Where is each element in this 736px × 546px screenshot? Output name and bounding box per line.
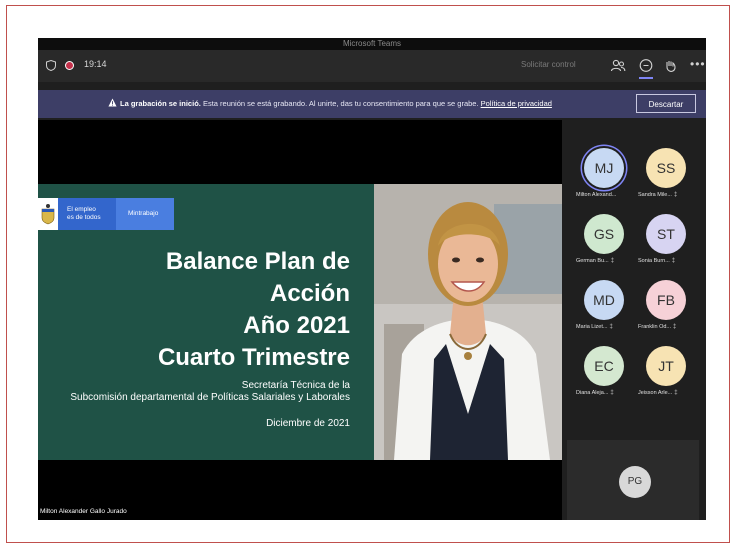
reactions-icon[interactable] xyxy=(663,58,679,74)
slide-title-line-4: Cuarto Trimestre xyxy=(157,344,350,371)
slide-title-line-3: Año 2021 xyxy=(243,312,350,339)
participant-name: Milton Alexand... xyxy=(576,192,636,198)
mic-muted-icon: ‡ xyxy=(674,390,678,396)
avatar: PG xyxy=(619,466,651,498)
participant-tile[interactable]: MJ Milton Alexand... xyxy=(576,148,632,208)
participant-name: Franklin Od... ‡ xyxy=(638,324,698,330)
participant-name: Sonia Burn... ‡ xyxy=(638,258,698,264)
participant-tile[interactable]: SS Sandra Mile... ‡ xyxy=(638,148,694,208)
participant-tile[interactable]: ST Sonia Burn... ‡ xyxy=(638,214,694,274)
chat-icon[interactable] xyxy=(638,58,654,74)
meeting-toolbar: 19:14 Solicitar control ••• xyxy=(38,50,706,82)
logo-slogan: El empleo es de todos xyxy=(58,198,116,230)
slide-subtitle: Secretaría Técnica de la Subcomisión dep… xyxy=(70,380,350,404)
participant-name-text: Sonia Burn... xyxy=(638,258,670,264)
logo-ministry: Mintrabajo xyxy=(116,198,174,230)
participant-tile[interactable]: GS German Bu... ‡ xyxy=(576,214,632,274)
avatar: MJ xyxy=(584,148,624,188)
participant-name: Jeisson Arle... ‡ xyxy=(638,390,698,396)
people-icon[interactable] xyxy=(610,58,626,74)
participant-name-text: Sandra Mile... xyxy=(638,192,672,198)
overflow-tile[interactable]: PG xyxy=(567,440,699,520)
participant-name-text: Jeisson Arle... xyxy=(638,390,673,396)
record-icon xyxy=(65,61,74,70)
logo-line-1: El empleo xyxy=(67,206,96,213)
mic-muted-icon: ‡ xyxy=(610,390,614,396)
slide-photo xyxy=(374,184,562,460)
avatar: SS xyxy=(646,148,686,188)
avatar: ST xyxy=(646,214,686,254)
participant-tile[interactable]: JT Jeisson Arle... ‡ xyxy=(638,346,694,406)
slide-title-line-1: Balance Plan de xyxy=(165,248,350,275)
shared-screen: El empleo es de todos Mintrabajo Balance… xyxy=(38,120,562,520)
banner-message: Esta reunión se está grabando. Al unirte… xyxy=(200,99,481,108)
participant-name-text: Maria Lizet... xyxy=(576,324,608,330)
mic-muted-icon: ‡ xyxy=(671,258,676,264)
participant-name: Maria Lizet... ‡ xyxy=(576,324,636,330)
chat-active-indicator xyxy=(639,77,653,79)
participant-name-text: Franklin Od... xyxy=(638,324,672,330)
window-title: Microsoft Teams xyxy=(38,38,706,50)
mic-muted-icon: ‡ xyxy=(610,258,615,264)
participant-name: German Bu... ‡ xyxy=(576,258,636,264)
participant-name-text: German Bu... xyxy=(576,258,609,264)
meeting-time: 19:14 xyxy=(84,59,107,69)
coat-of-arms-icon xyxy=(38,198,58,230)
avatar: EC xyxy=(584,346,624,386)
slide-title-line-2: Acción xyxy=(269,280,350,307)
slide-logo: El empleo es de todos Mintrabajo xyxy=(38,198,174,230)
participant-gallery: MJ Milton Alexand... SS Sandra Mile... ‡ GS Ge… xyxy=(562,120,706,520)
participant-tile[interactable]: MD Maria Lizet... ‡ xyxy=(576,280,632,340)
banner-bold: La grabación se inició. xyxy=(120,99,201,108)
slide-title: Balance Plan de Acción Año 2021 Cuarto T… xyxy=(158,246,350,374)
warning-icon xyxy=(108,98,117,107)
shield-icon xyxy=(46,60,56,71)
logo-line-2: es de todos xyxy=(67,214,101,221)
more-icon[interactable]: ••• xyxy=(690,57,706,71)
avatar: JT xyxy=(646,346,686,386)
avatar: FB xyxy=(646,280,686,320)
participant-name-text: Milton Alexand... xyxy=(576,192,617,198)
participant-name-text: Diana Aleja... xyxy=(576,390,609,396)
participant-tile[interactable]: FB Franklin Od... ‡ xyxy=(638,280,694,340)
dismiss-button[interactable]: Descartar xyxy=(636,94,696,113)
slide-date: Diciembre de 2021 xyxy=(266,418,350,429)
privacy-link[interactable]: Política de privacidad xyxy=(481,99,552,108)
presentation-slide: El empleo es de todos Mintrabajo Balance… xyxy=(38,184,374,460)
slide-subtitle-line-1: Secretaría Técnica de la xyxy=(241,380,350,391)
slide-subtitle-line-2: Subcomisión departamental de Políticas S… xyxy=(70,392,350,403)
request-control-button[interactable]: Solicitar control xyxy=(521,60,576,69)
avatar: GS xyxy=(584,214,624,254)
participant-name: Sandra Mile... ‡ xyxy=(638,192,698,198)
participant-tile[interactable]: EC Diana Aleja... ‡ xyxy=(576,346,632,406)
avatar: MD xyxy=(584,280,624,320)
teams-window: Microsoft Teams 19:14 Solicitar control … xyxy=(38,38,706,520)
mic-muted-icon: ‡ xyxy=(673,192,678,198)
participant-name: Diana Aleja... ‡ xyxy=(576,390,636,396)
presenter-name: Milton Alexander Gallo Jurado xyxy=(40,508,127,515)
recording-banner: La grabación se inició. Esta reunión se … xyxy=(38,90,706,118)
mic-muted-icon: ‡ xyxy=(609,324,613,330)
mic-muted-icon: ‡ xyxy=(673,324,677,330)
